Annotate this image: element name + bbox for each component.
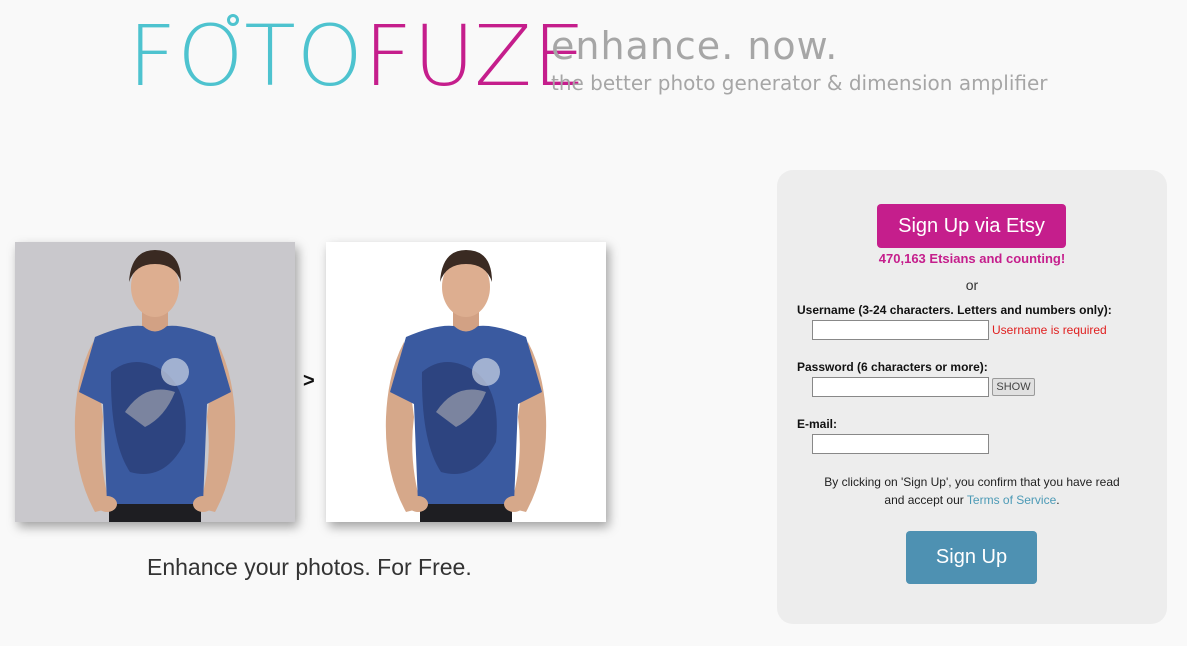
hero-caption: Enhance your photos. For Free. — [147, 554, 472, 580]
terms-period: . — [1056, 493, 1060, 507]
page: FOTOFUZE enhance. now. the better photo … — [0, 0, 1187, 646]
terms-line2: and accept our — [884, 493, 964, 507]
show-password-button[interactable]: SHOW — [992, 378, 1035, 396]
after-photo — [326, 242, 606, 522]
terms-notice: By clicking on 'Sign Up', you confirm th… — [817, 473, 1127, 509]
terms-line1: By clicking on 'Sign Up', you confirm th… — [824, 475, 1120, 489]
terms-of-service-link[interactable]: Terms of Service — [967, 493, 1056, 507]
logo-ring-icon — [227, 14, 239, 26]
email-input[interactable] — [812, 434, 989, 454]
tagline-block: enhance. now. the better photo generator… — [551, 26, 1048, 96]
username-error: Username is required — [992, 323, 1107, 337]
etsian-count: 470,163 Etsians and counting! — [878, 251, 1066, 266]
man-tshirt-after-image — [385, 250, 547, 522]
or-separator: or — [965, 277, 979, 293]
password-input[interactable] — [812, 377, 989, 397]
signup-etsy-button[interactable]: Sign Up via Etsy — [877, 204, 1066, 248]
password-label: Password (6 characters or more): — [797, 360, 988, 374]
fotofuze-logo[interactable]: FOTOFUZE — [128, 14, 587, 98]
username-input[interactable] — [812, 320, 989, 340]
before-after-arrow: > — [303, 370, 315, 392]
subtagline: the better photo generator & dimension a… — [551, 71, 1048, 95]
username-label: Username (3-24 characters. Letters and n… — [797, 303, 1112, 317]
email-label: E-mail: — [797, 417, 838, 431]
man-tshirt-before-image — [74, 250, 236, 522]
tagline: enhance. now. — [551, 24, 839, 68]
logo-foto-text: FOTO — [128, 7, 364, 105]
signup-panel: Sign Up via Etsy 470,163 Etsians and cou… — [777, 170, 1167, 624]
before-photo — [15, 242, 295, 522]
signup-button[interactable]: Sign Up — [906, 531, 1037, 584]
